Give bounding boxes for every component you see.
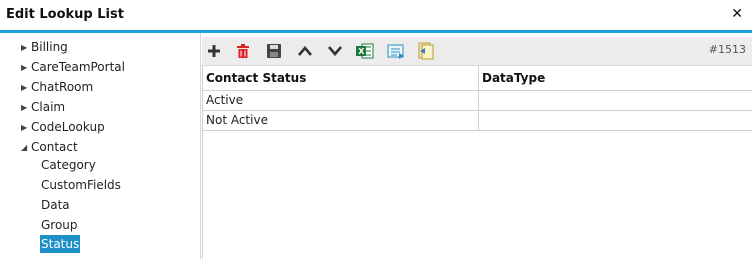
delete-icon[interactable] <box>233 41 253 61</box>
tree-item-claim[interactable]: ▶ Claim <box>21 98 65 116</box>
import-icon[interactable] <box>416 41 436 61</box>
move-down-icon[interactable] <box>325 41 345 61</box>
column-header-contact-status[interactable]: Contact Status <box>203 66 479 90</box>
expand-arrow-icon[interactable]: ▶ <box>21 79 31 97</box>
save-icon[interactable] <box>264 41 284 61</box>
tree-item-label: Contact <box>31 140 78 154</box>
tree-child-category[interactable]: Category <box>41 156 96 174</box>
column-header-datatype[interactable]: DataType <box>479 66 752 90</box>
svg-text:X: X <box>358 47 365 56</box>
export-csv-icon[interactable] <box>386 41 406 61</box>
tree-child-group[interactable]: Group <box>41 216 78 234</box>
tree-child-customfields[interactable]: CustomFields <box>41 176 121 194</box>
tree-child-status[interactable]: Status <box>40 235 81 253</box>
record-id: #1513 <box>708 43 746 56</box>
tree-item-contact[interactable]: ◢ Contact <box>21 138 78 156</box>
window-title: Edit Lookup List <box>6 7 124 22</box>
title-bar: Edit Lookup List ✕ <box>0 0 752 30</box>
expand-arrow-icon[interactable]: ▶ <box>21 39 31 57</box>
close-icon[interactable]: ✕ <box>731 6 743 22</box>
move-up-icon[interactable] <box>295 41 315 61</box>
tree-item-chatroom[interactable]: ▶ ChatRoom <box>21 78 93 96</box>
tree-item-careteamportal[interactable]: ▶ CareTeamPortal <box>21 58 125 76</box>
tree-child-data[interactable]: Data <box>41 196 70 214</box>
cell-datatype[interactable] <box>479 111 752 130</box>
lookup-tree: ▶ Billing ▶ CareTeamPortal ▶ ChatRoom ▶ Clai… <box>0 36 200 259</box>
grid-toolbar: X #1513 <box>202 37 752 66</box>
cell-contact-status[interactable]: Active <box>203 91 479 110</box>
add-icon[interactable] <box>204 41 224 61</box>
lookup-grid: Contact Status DataType Active Not Activ… <box>202 66 752 259</box>
tree-item-label: Claim <box>31 100 66 114</box>
collapse-arrow-icon[interactable]: ◢ <box>21 139 31 157</box>
tree-item-label: ChatRoom <box>31 80 94 94</box>
tree-item-codelookup[interactable]: ▶ CodeLookup <box>21 118 105 136</box>
tree-item-billing[interactable]: ▶ Billing <box>21 38 68 56</box>
pane-divider[interactable] <box>200 33 201 259</box>
export-excel-icon[interactable]: X <box>355 41 375 61</box>
cell-datatype[interactable] <box>479 91 752 110</box>
expand-arrow-icon[interactable]: ▶ <box>21 99 31 117</box>
tree-item-label: CareTeamPortal <box>31 60 125 74</box>
tree-item-label: Billing <box>31 40 68 54</box>
column-divider[interactable] <box>478 66 479 131</box>
tree-item-label: CodeLookup <box>31 120 105 134</box>
title-accent-line <box>0 30 752 33</box>
cell-contact-status[interactable]: Not Active <box>203 111 479 130</box>
expand-arrow-icon[interactable]: ▶ <box>21 59 31 77</box>
expand-arrow-icon[interactable]: ▶ <box>21 119 31 137</box>
